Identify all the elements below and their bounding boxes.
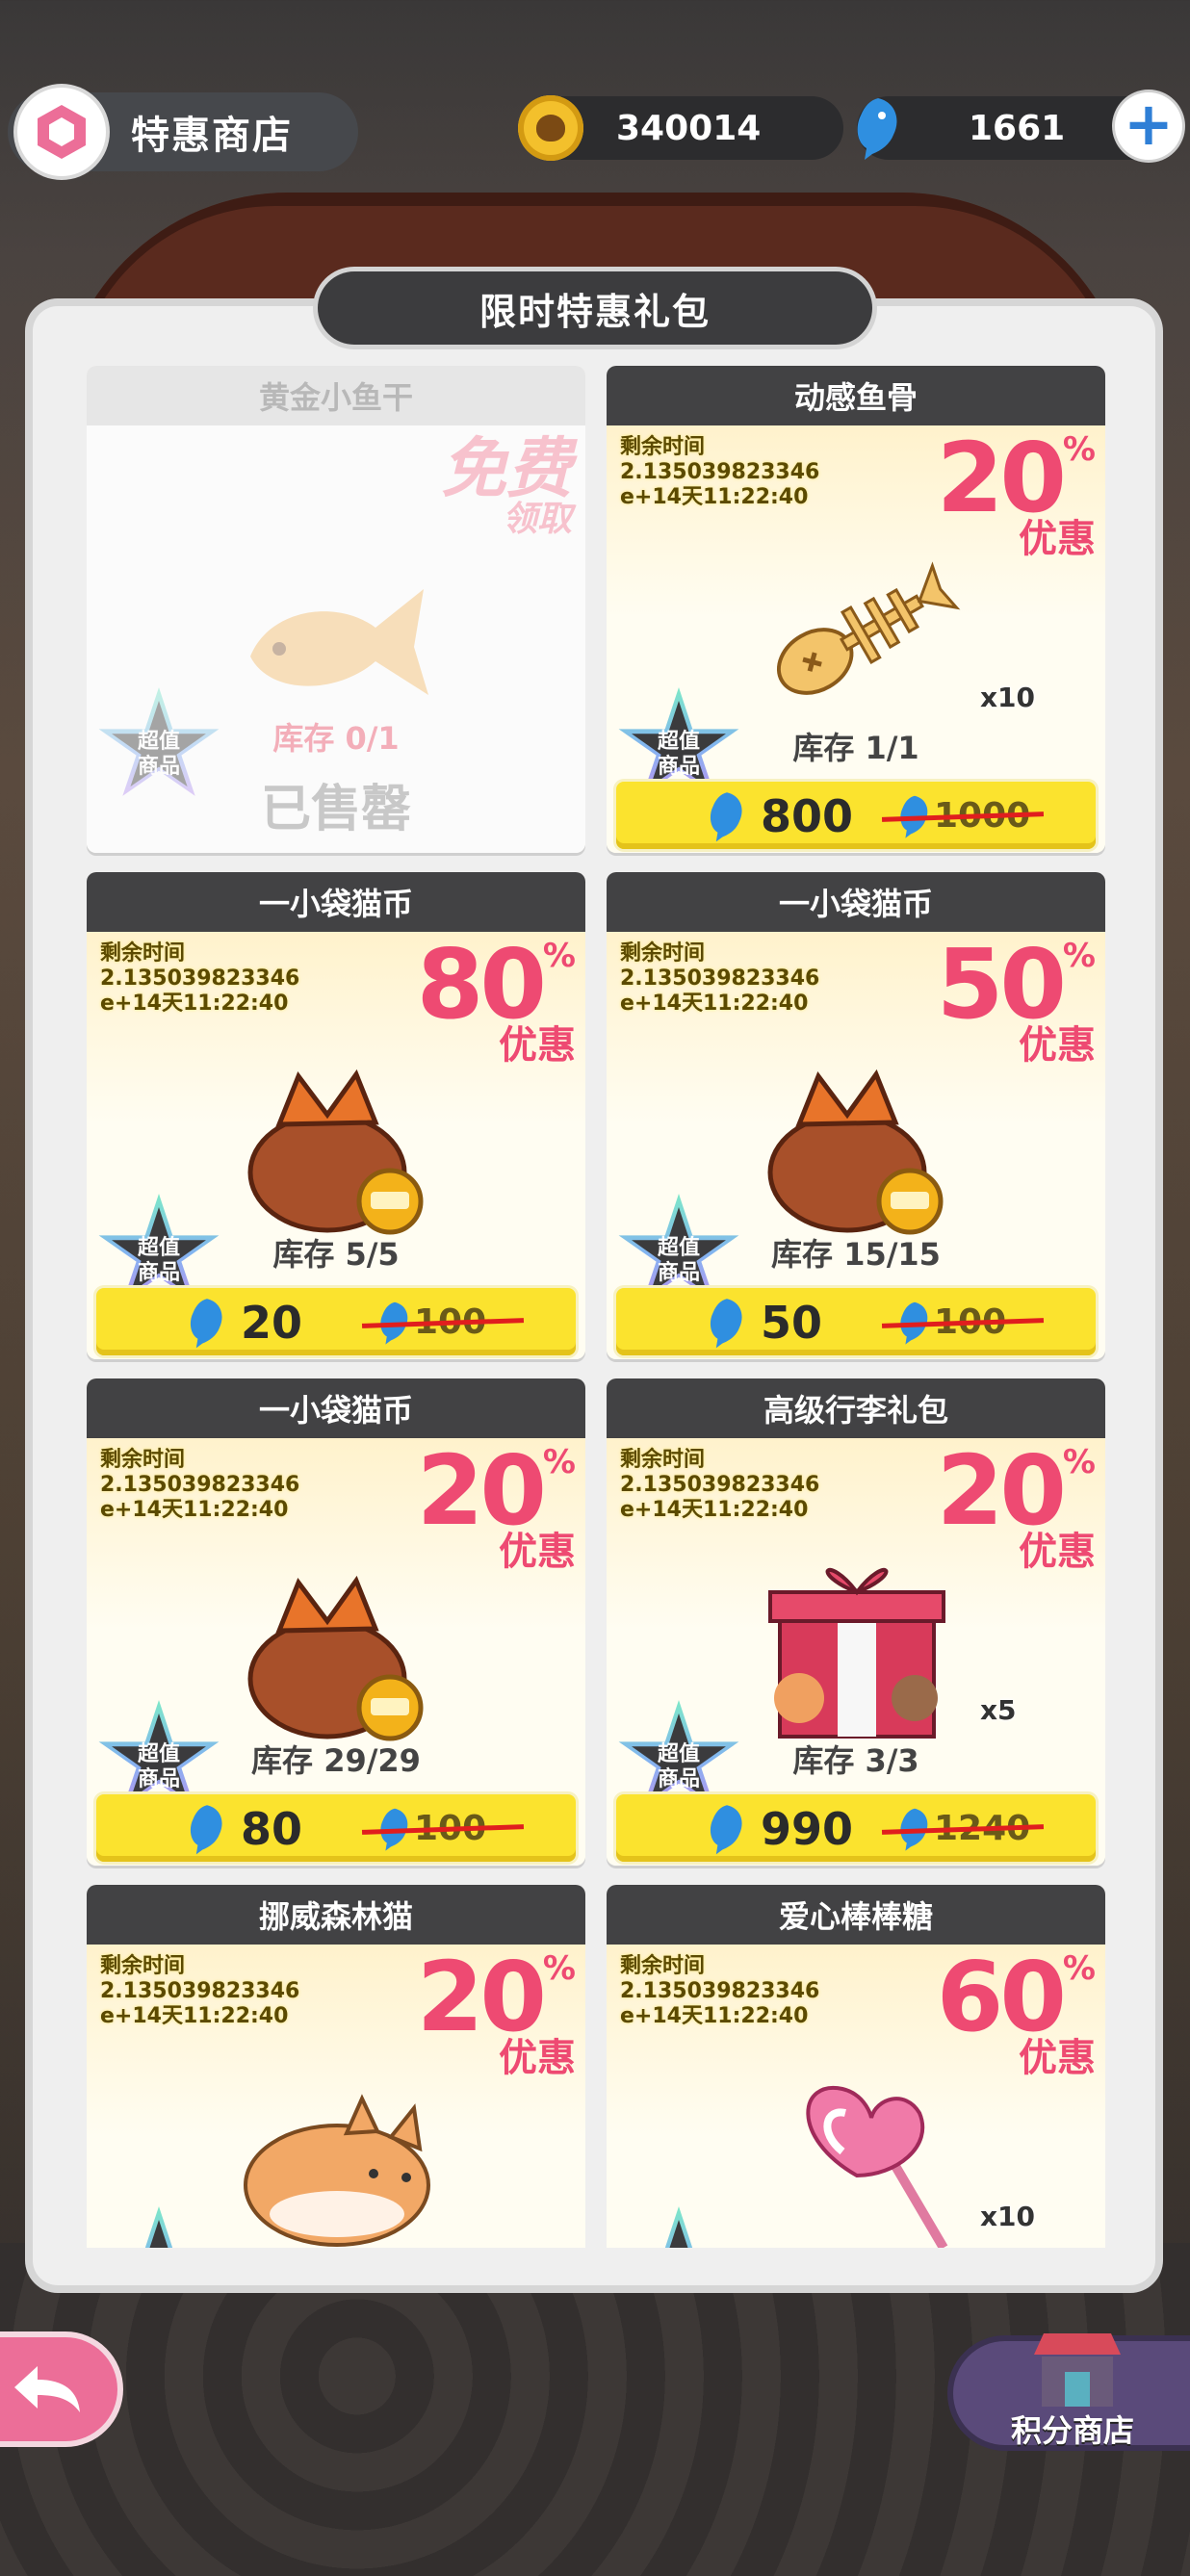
offer-card-norwegian-cat[interactable]: 挪威森林猫 剩余时间 2.135039823346 e+14天11:22:40 20… [87, 1885, 585, 2248]
panel-title: 限时特惠礼包 [318, 271, 872, 345]
card-title: 一小袋猫币 [607, 872, 1105, 932]
offer-card-heart-lollipop[interactable]: 爱心棒棒糖 剩余时间 2.135039823346 e+14天11:22:40 60… [607, 1885, 1105, 2248]
price-value: 80 [241, 1803, 303, 1855]
coin-bag-icon [767, 1069, 944, 1235]
store-icon [1034, 2333, 1121, 2407]
add-currency-button[interactable]: + [1115, 92, 1182, 160]
discount-badge: 80% 优惠 [416, 928, 576, 1068]
offer-card-golden-fish[interactable]: 黄金小鱼干 免费 领取 超值 商品 库存 0/1 已售罄 [87, 366, 585, 853]
discount-badge: 20% 优惠 [936, 1434, 1096, 1574]
card-title: 挪威森林猫 [87, 1885, 585, 1945]
buy-button[interactable]: 50 100 [616, 1288, 1096, 1355]
offer-card-fish-bone[interactable]: 动感鱼骨 剩余时间 2.135039823346 e+14天11:22:40 20%… [607, 366, 1105, 853]
coin-balance: 340014 [518, 95, 843, 161]
quantity-label: x10 [980, 682, 1036, 713]
buy-button[interactable]: 800 1000 [616, 782, 1096, 849]
value-badge: 超值商品 [96, 2206, 221, 2248]
countdown-timer: 剩余时间 2.135039823346 e+14天11:22:40 [620, 1448, 820, 1522]
countdown-timer: 剩余时间 2.135039823346 e+14天11:22:40 [620, 435, 820, 509]
back-button[interactable] [0, 2337, 117, 2441]
plus-icon: + [1124, 89, 1174, 159]
shop-header: 特惠商店 [8, 88, 358, 176]
buy-button[interactable]: 80 100 [96, 1794, 576, 1862]
price-value: 20 [241, 1297, 303, 1349]
points-shop-label: 积分商店 [1011, 2412, 1135, 2449]
blue-fish-icon [710, 1805, 742, 1855]
card-title: 动感鱼骨 [607, 366, 1105, 425]
card-title: 一小袋猫币 [87, 872, 585, 932]
discount-badge: 20% 优惠 [936, 422, 1096, 561]
paw-coin-icon [518, 95, 583, 161]
stock-label: 库存 15/15 [771, 1236, 941, 1273]
blue-fish-icon [710, 792, 742, 842]
fish-bone-icon [776, 561, 961, 695]
offer-card-luggage-gift[interactable]: 高级行李礼包 剩余时间 2.135039823346 e+14天11:22:40 2… [607, 1378, 1105, 1866]
offer-card-coin-bag[interactable]: 一小袋猫币 剩余时间 2.135039823346 e+14天11:22:40 80… [87, 872, 585, 1359]
countdown-timer: 剩余时间 2.135039823346 e+14天11:22:40 [620, 941, 820, 1016]
buy-button[interactable]: 20 100 [96, 1288, 576, 1355]
price-value: 990 [761, 1803, 854, 1855]
card-title: 爱心棒棒糖 [607, 1885, 1105, 1945]
sold-out-label: 已售罄 [260, 781, 411, 838]
card-title: 高级行李礼包 [607, 1378, 1105, 1438]
price-value: 50 [761, 1297, 823, 1349]
discount-badge: 60% 优惠 [936, 1941, 1096, 2080]
card-title: 黄金小鱼干 [87, 366, 585, 425]
stock-label: 库存 5/5 [272, 1236, 400, 1273]
heart-lollipop-icon [806, 2085, 948, 2248]
value-badge: 超值商品 [616, 2206, 741, 2248]
discount-badge: 50% 优惠 [936, 928, 1096, 1068]
back-arrow-icon [14, 2366, 80, 2412]
stock-label: 库存 1/1 [792, 730, 919, 766]
fish-balance: 1661 + [857, 92, 1182, 160]
cat-icon [244, 2094, 430, 2247]
countdown-timer: 剩余时间 2.135039823346 e+14天11:22:40 [100, 1954, 300, 2028]
quantity-label: x10 [980, 2201, 1036, 2232]
offer-card-coin-bag[interactable]: 一小袋猫币 剩余时间 2.135039823346 e+14天11:22:40 20… [87, 1378, 585, 1866]
countdown-timer: 剩余时间 2.135039823346 e+14天11:22:40 [100, 1448, 300, 1522]
blue-fish-icon [190, 1299, 222, 1349]
shop-hexagon-icon [17, 88, 106, 176]
coin-bag-icon [247, 1575, 424, 1741]
blue-fish-icon [190, 1805, 222, 1855]
countdown-timer: 剩余时间 2.135039823346 e+14天11:22:40 [100, 941, 300, 1016]
blue-fish-icon [710, 1299, 742, 1349]
countdown-timer: 剩余时间 2.135039823346 e+14天11:22:40 [620, 1954, 820, 2028]
dried-fish-icon [250, 589, 428, 695]
offer-card-coin-bag[interactable]: 一小袋猫币 剩余时间 2.135039823346 e+14天11:22:40 50… [607, 872, 1105, 1359]
gift-box-icon [768, 1567, 945, 1739]
fish-value: 1661 [969, 108, 1066, 148]
stock-label: 库存 29/29 [251, 1742, 421, 1779]
stock-label: 库存 3/3 [792, 1742, 919, 1779]
price-value: 800 [761, 790, 854, 842]
discount-badge: 20% 优惠 [416, 1434, 576, 1574]
quantity-label: x5 [980, 1694, 1017, 1726]
blue-fish-icon [857, 98, 897, 160]
buy-button[interactable]: 990 1240 [616, 1794, 1096, 1862]
coin-value: 340014 [616, 108, 762, 148]
page-title: 特惠商店 [131, 114, 293, 158]
stock-label: 库存 0/1 [272, 720, 400, 757]
free-claim-stamp: 免费 领取 [440, 431, 572, 539]
coin-bag-icon [247, 1069, 424, 1235]
card-title: 一小袋猫币 [87, 1378, 585, 1438]
offer-grid[interactable]: 黄金小鱼干 免费 领取 超值 商品 库存 0/1 已售罄 动感鱼骨 剩余时间 2.1… [87, 366, 1107, 2248]
discount-badge: 20% 优惠 [416, 1941, 576, 2080]
